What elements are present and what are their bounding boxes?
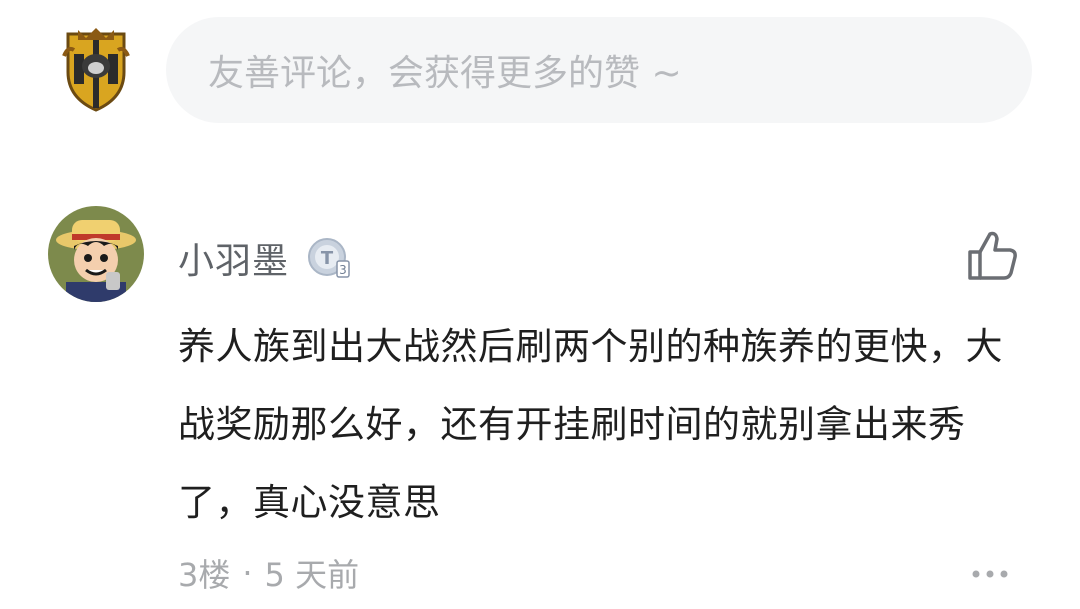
author-avatar[interactable]: [48, 206, 144, 302]
thumbs-up-icon: [968, 231, 1017, 280]
more-dots-icon: [972, 570, 1008, 578]
house-crest-icon[interactable]: [60, 26, 132, 112]
svg-text:T: T: [321, 248, 334, 269]
more-options-button[interactable]: [966, 560, 1014, 588]
comment-meta: 3楼 · 5 天前: [178, 548, 359, 598]
anime-avatar-icon: [48, 206, 144, 302]
like-button[interactable]: [962, 226, 1020, 284]
comment-body: 养人族到出大战然后刷两个别的种族养的更快，大战奖励那么好，还有开挂刷时间的就别拿…: [178, 325, 1003, 524]
floor-number: 3楼: [178, 556, 231, 594]
comment-input[interactable]: 友善评论，会获得更多的赞 ~: [166, 17, 1032, 123]
comment-time: 5 天前: [264, 556, 360, 594]
svg-text:3: 3: [339, 263, 347, 277]
comment-input-placeholder: 友善评论，会获得更多的赞 ~: [208, 53, 682, 94]
author-name[interactable]: 小羽墨: [178, 232, 289, 284]
level-badge-icon: T 3: [308, 238, 350, 278]
meta-separator: ·: [242, 554, 253, 592]
author-row: 小羽墨 T 3: [178, 232, 353, 284]
